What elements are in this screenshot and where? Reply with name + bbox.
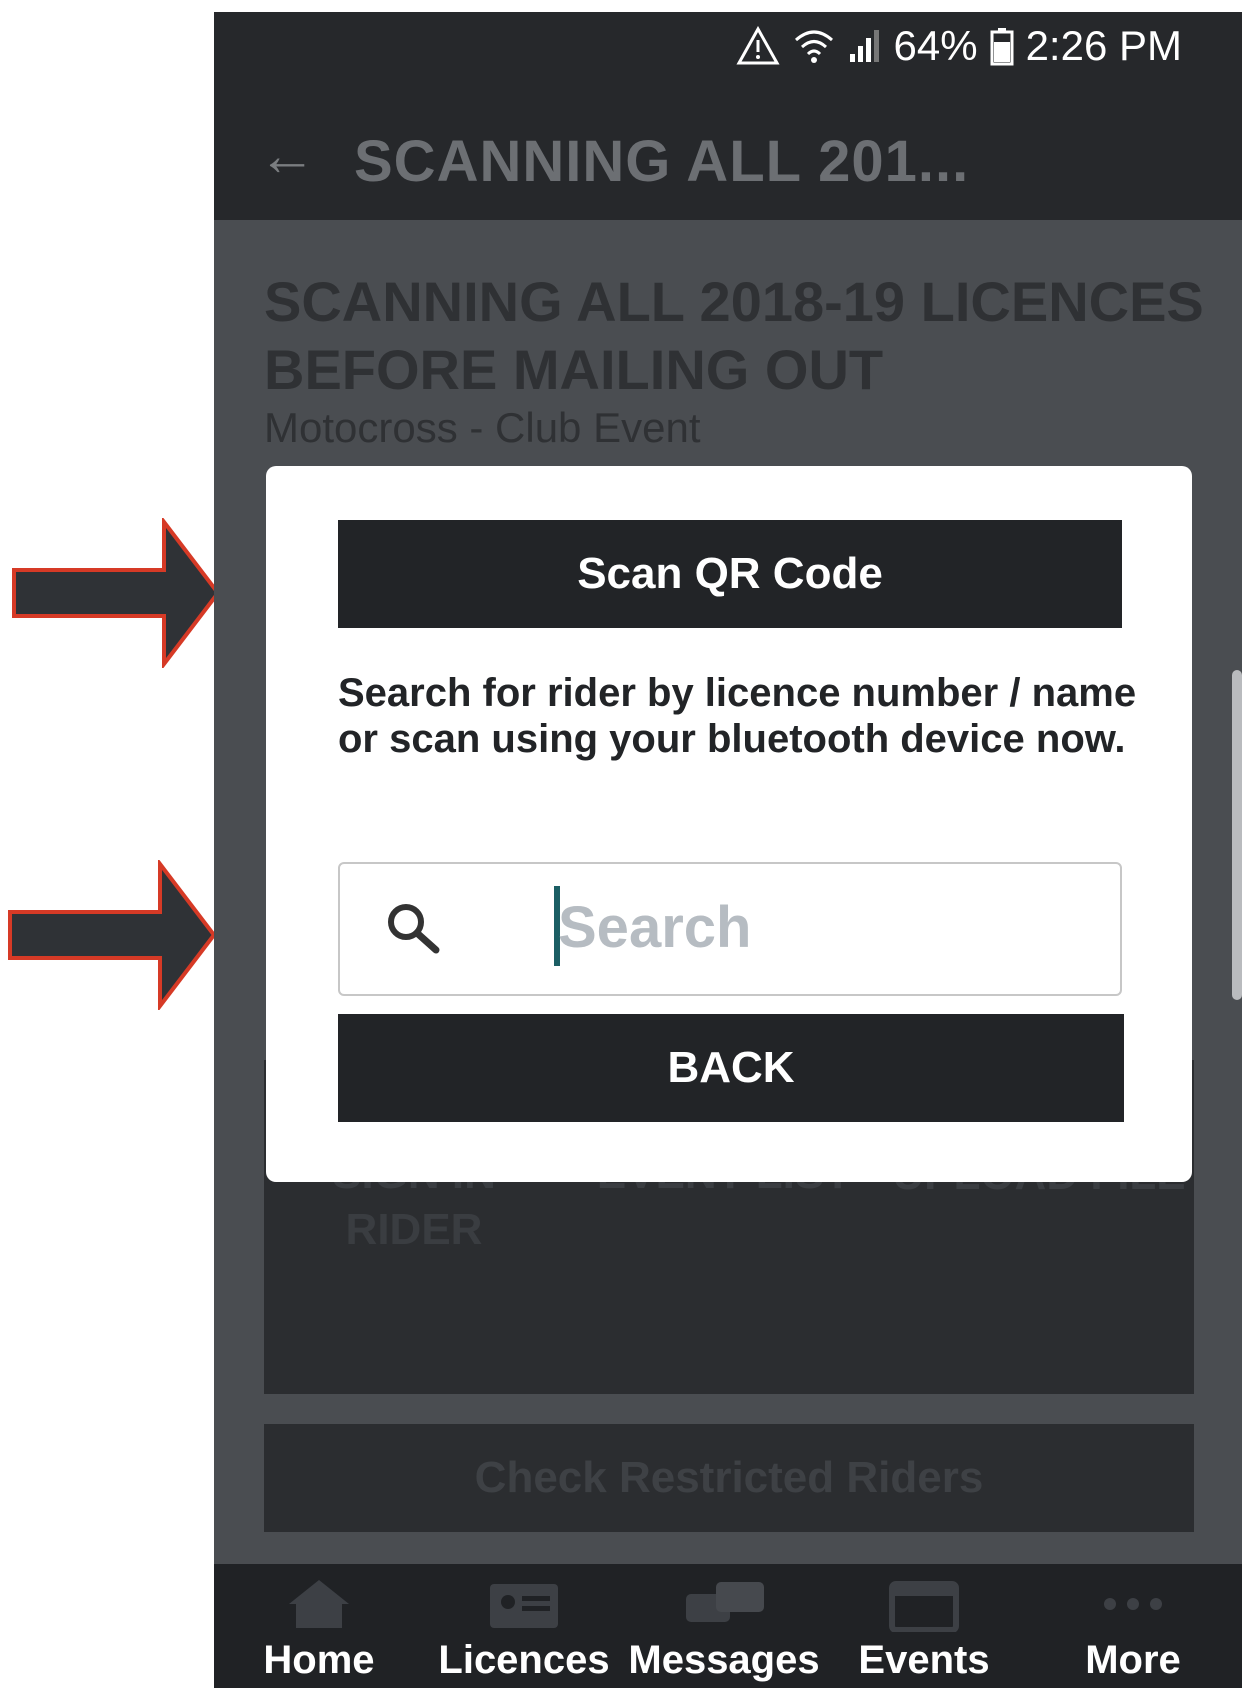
nav-label: Messages [628, 1638, 820, 1682]
dialog-instruction: Search for rider by licence number / nam… [338, 671, 1137, 761]
check-restricted-riders-button[interactable]: Check Restricted Riders [264, 1424, 1194, 1532]
back-arrow-icon[interactable]: ← [258, 122, 316, 189]
search-input[interactable] [558, 884, 1078, 970]
calendar-icon [889, 1581, 959, 1632]
status-bar: 64% 2:26 PM [214, 12, 1242, 88]
annotation-arrow-scan [12, 518, 221, 668]
home-icon [289, 1580, 349, 1628]
annotation-arrow-search [8, 860, 217, 1010]
nav-label: Events [858, 1638, 990, 1682]
event-title: SCANNING ALL 2018-19 LICENCES BEFORE MAI… [264, 270, 1204, 401]
app-bar-title: SCANNING ALL 201... [354, 129, 970, 194]
nav-more[interactable]: More [1024, 1564, 1242, 1688]
search-field[interactable] [338, 862, 1122, 996]
battery-percent: 64% [893, 22, 978, 69]
scan-qr-code-button[interactable]: Scan QR Code [338, 520, 1122, 628]
nav-label: Home [263, 1638, 375, 1682]
signal-icon [849, 30, 879, 62]
scan-dialog: Scan QR Code Search for rider by licence… [266, 466, 1192, 1182]
clock: 2:26 PM [1025, 22, 1182, 69]
chat-icon [686, 1582, 764, 1622]
wifi-icon [794, 30, 833, 63]
nav-label: More [1085, 1638, 1181, 1682]
nav-home[interactable]: Home [214, 1564, 424, 1688]
licence-card-icon [490, 1584, 558, 1628]
battery-icon [990, 28, 1014, 66]
search-icon [388, 904, 440, 954]
bottom-nav: Home Licences Messages Events More [214, 1564, 1242, 1688]
app-bar: ← SCANNING ALL 201... [214, 88, 1242, 220]
back-button[interactable]: BACK [338, 1014, 1124, 1122]
event-subtitle: Motocross - Club Event [264, 404, 701, 451]
more-dots-icon [1104, 1598, 1162, 1610]
scrollbar[interactable] [1232, 670, 1242, 1000]
nav-events[interactable]: Events [824, 1564, 1024, 1688]
nav-licences[interactable]: Licences [424, 1564, 624, 1688]
nav-label: Licences [438, 1638, 610, 1682]
data-warning-icon [735, 26, 780, 65]
nav-messages[interactable]: Messages [624, 1564, 824, 1688]
